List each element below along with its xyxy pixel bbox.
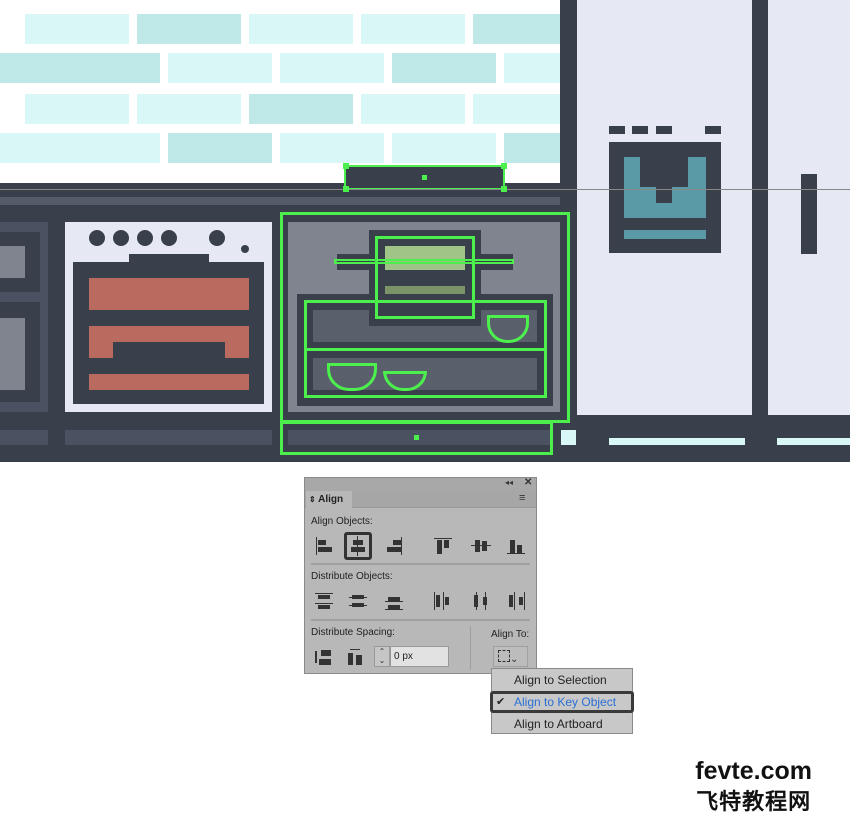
vertical-align-center-icon[interactable]: [470, 535, 492, 557]
wall-tile: [249, 94, 353, 124]
wall-tile: [137, 94, 241, 124]
horizontal-align-left-icon[interactable]: [313, 535, 335, 557]
close-icon[interactable]: ✕: [524, 477, 532, 488]
wall-tile: [280, 53, 384, 83]
vertical-distribute-space-icon[interactable]: [313, 647, 335, 669]
illustration: [0, 0, 850, 462]
wall-tile: [280, 133, 384, 163]
horizontal-distribute-center-icon[interactable]: [470, 590, 492, 612]
align-to-label: Align To:: [491, 629, 530, 640]
horizontal-distribute-left-icon[interactable]: [432, 590, 454, 612]
watermark-logo: fevte.com 飞特教程网: [695, 757, 812, 814]
align-objects-label: Align Objects:: [311, 516, 373, 527]
wall-tile: [25, 14, 129, 44]
align-to-dropdown[interactable]: ⌄: [493, 646, 528, 667]
vertical-align-bottom-icon[interactable]: [505, 535, 527, 557]
sort-icon: ⇕: [309, 495, 316, 504]
wall-tile: [392, 133, 496, 163]
wall-tile: [56, 133, 160, 163]
wall-tile: [392, 53, 496, 83]
panel-titlebar[interactable]: [305, 478, 536, 491]
menu-item-align-to-key-object[interactable]: ✔ Align to Key Object: [490, 691, 634, 713]
tile-wall: [0, 0, 608, 170]
vertical-distribute-center-icon[interactable]: [347, 590, 369, 612]
distribute-objects-label: Distribute Objects:: [311, 571, 393, 582]
align-to-menu: Align to Selection ✔ Align to Key Object…: [490, 668, 634, 735]
chevron-down-icon: ⌄: [510, 654, 519, 665]
wall-tile: [137, 14, 241, 44]
horizontal-distribute-right-icon[interactable]: [505, 590, 527, 612]
tab-align[interactable]: ⇕ Align: [306, 491, 352, 509]
counter-top-strip: [0, 197, 560, 205]
distribute-spacing-label: Distribute Spacing:: [311, 627, 395, 638]
wall-tile: [168, 133, 272, 163]
horizontal-align-center-icon[interactable]: [344, 532, 372, 560]
menu-item-align-to-artboard[interactable]: Align to Artboard: [492, 713, 632, 735]
horizontal-distribute-space-icon[interactable]: [345, 647, 367, 669]
spacing-input[interactable]: 0 px: [390, 646, 449, 667]
wall-tile: [25, 94, 129, 124]
hamburger-icon[interactable]: ≡: [519, 492, 525, 504]
vertical-distribute-top-icon[interactable]: [313, 590, 335, 612]
menu-item-align-to-selection[interactable]: Align to Selection: [492, 669, 632, 691]
vertical-distribute-bottom-icon[interactable]: [383, 590, 405, 612]
vertical-align-top-icon[interactable]: [432, 535, 454, 557]
collapse-icon[interactable]: ◂◂: [505, 478, 513, 487]
wall-tile: [168, 53, 272, 83]
wall-tile: [361, 94, 465, 124]
wall-tile: [56, 53, 160, 83]
spacing-stepper[interactable]: ⌃ ⌄: [374, 646, 390, 667]
wall-tile: [361, 14, 465, 44]
horizontal-align-right-icon[interactable]: [383, 535, 405, 557]
check-icon: ✔: [496, 696, 506, 708]
align-panel: ◂◂ ✕ ⇕ Align ≡ Align Objects: Distribute…: [304, 477, 537, 674]
key-object-icon: [498, 650, 510, 662]
wall-tile: [249, 14, 353, 44]
fridge-handle: [801, 174, 817, 254]
